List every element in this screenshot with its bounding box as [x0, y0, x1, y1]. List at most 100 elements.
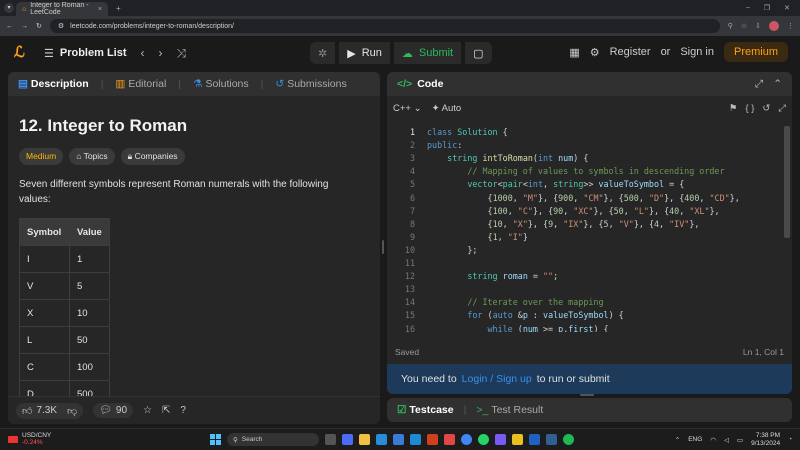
panel-resize-handle[interactable] [382, 240, 384, 254]
tab-submissions[interactable]: ↺ Submissions [275, 78, 346, 90]
prev-problem-icon[interactable]: ‹ [141, 46, 145, 60]
code-line: {1, "I"} [427, 231, 528, 242]
problem-list-link[interactable]: Problem List [60, 47, 127, 59]
task-view-icon[interactable] [325, 434, 336, 445]
settings-gear-icon[interactable]: ⚙ [590, 46, 600, 59]
tab-search-icon[interactable]: ▾ [4, 3, 14, 13]
tab-description[interactable]: ▤ Description [18, 78, 89, 90]
back-icon[interactable]: ← [6, 23, 13, 30]
browser-menu-icon[interactable]: ⋮ [787, 22, 794, 30]
wifi-icon[interactable]: ◠ [710, 436, 716, 444]
store-icon[interactable] [393, 434, 404, 445]
run-button[interactable]: ▶ Run [339, 42, 390, 64]
roman-symbol-table: Symbol Value I1 V5 X 10 L 50 C 100 D 500 [19, 218, 110, 408]
whatsapp-icon[interactable] [478, 434, 489, 445]
login-signup-link[interactable]: Login / Sign up [462, 373, 532, 385]
share-icon[interactable]: ⇱ [162, 405, 170, 416]
comments-button[interactable]: 💬︎ 90 [93, 403, 134, 418]
companies-label: Companies [134, 151, 178, 161]
language-select[interactable]: C++ ⌄ [393, 103, 422, 114]
debug-button[interactable]: ✲ [310, 42, 336, 64]
chrome-icon[interactable] [461, 434, 472, 445]
value-cell: 5 [69, 272, 110, 300]
auto-format-toggle[interactable]: ✦ Auto [432, 103, 462, 114]
windows-start-icon[interactable] [210, 434, 221, 445]
problem-tags: Medium ⌂ Topics 🔒︎ Companies [19, 148, 185, 165]
difficulty-badge: Medium [19, 148, 64, 165]
address-bar[interactable]: ⚙ leetcode.com/problems/integer-to-roman… [49, 19, 720, 33]
notes-button[interactable]: ▢ [465, 42, 492, 64]
tab-separator: | [463, 404, 467, 416]
notification-bell-icon[interactable]: ◔ [788, 436, 792, 443]
line-number: 14 [404, 297, 415, 308]
word-icon[interactable] [529, 434, 540, 445]
notes-app-icon[interactable] [512, 434, 523, 445]
submit-button[interactable]: ☁ Submit [393, 42, 462, 64]
app-icon[interactable] [495, 434, 506, 445]
layout-icon[interactable]: ▦ [569, 46, 579, 59]
like-dislike-group: 👍︎ 7.3K 👎︎ [16, 402, 84, 419]
minimize-icon[interactable]: – [746, 4, 750, 12]
clock[interactable]: 7:38 PM 9/13/2024 [751, 432, 780, 447]
stock-widget[interactable]: USD/CNY -0.24% [8, 432, 51, 446]
site-info-icon[interactable]: ⚙ [58, 22, 64, 30]
new-tab-button[interactable]: + [116, 4, 121, 13]
close-window-icon[interactable]: ✕ [784, 4, 790, 12]
battery-icon[interactable]: ▭ [737, 436, 743, 444]
media-app-icon[interactable] [444, 434, 455, 445]
problem-list-icon[interactable]: ☰ [44, 47, 54, 60]
language-indicator[interactable]: ENG [688, 436, 702, 443]
forward-icon[interactable]: → [21, 23, 28, 30]
maximize-icon[interactable]: ❐ [764, 4, 770, 12]
sign-in-link[interactable]: Sign in [680, 46, 714, 58]
browser-tab[interactable]: ⌂ Integer to Roman - LeetCode × [16, 2, 108, 16]
file-explorer-icon[interactable] [359, 434, 370, 445]
register-link[interactable]: Register [610, 46, 651, 58]
next-problem-icon[interactable]: › [159, 46, 163, 60]
vscode-icon[interactable] [546, 434, 557, 445]
reload-icon[interactable]: ↻ [36, 22, 42, 30]
editor-scrollbar[interactable] [784, 126, 790, 238]
close-tab-icon[interactable]: × [98, 6, 102, 13]
edge-browser-icon[interactable] [376, 434, 387, 445]
premium-button[interactable]: Premium [723, 42, 788, 62]
leetcode-logo-icon[interactable]: ℒ [14, 44, 30, 62]
code-line: public: [427, 140, 463, 151]
ticker-name: USD/CNY [22, 432, 52, 439]
sparkle-icon: ✦ [431, 102, 440, 114]
download-icon[interactable]: ⇩ [755, 22, 761, 30]
testcase-label: Testcase [409, 404, 454, 416]
office-icon[interactable] [427, 434, 438, 445]
tray-overflow-icon[interactable]: ⌃ [675, 436, 680, 444]
tab-testcase[interactable]: ☑ Testcase [397, 404, 454, 416]
vertical-resize-handle[interactable] [580, 394, 594, 396]
chat-app-icon[interactable] [342, 434, 353, 445]
help-icon[interactable]: ? [180, 405, 186, 416]
spotify-icon[interactable] [563, 434, 574, 445]
format-braces-icon[interactable]: { } [745, 103, 754, 114]
code-line: // Iterate over the mapping [467, 297, 604, 308]
bookmark-icon[interactable]: ⚑ [729, 103, 738, 114]
shuffle-icon[interactable]: ⤨ [177, 46, 187, 61]
fullscreen-icon[interactable]: ⤢ [778, 103, 786, 114]
volume-icon[interactable]: ◁ [724, 436, 729, 444]
favorite-star-icon[interactable]: ☆ [143, 405, 152, 416]
collapse-panel-icon[interactable]: ⌃ [773, 78, 782, 91]
topics-tag[interactable]: ⌂ Topics [69, 148, 115, 165]
line-number: 4 [409, 166, 415, 177]
tab-test-result[interactable]: >_ Test Result [476, 404, 543, 416]
problem-title[interactable]: 12. Integer to Roman [19, 116, 187, 136]
tab-solutions[interactable]: ⚗ Solutions [193, 78, 249, 90]
bookmark-star-icon[interactable]: ☆ [741, 22, 747, 30]
reset-code-icon[interactable]: ↺ [762, 103, 770, 114]
thumbs-down-icon[interactable]: 👎︎ [67, 405, 77, 417]
mail-icon[interactable] [410, 434, 421, 445]
code-editor[interactable]: 1 2 3 4 5 6 7 8 9 10 11 12 13 14 15 16 c… [387, 126, 792, 332]
taskbar-search[interactable]: ⚲ Search [227, 433, 319, 446]
maximize-panel-icon[interactable]: ⤢ [755, 78, 763, 91]
companies-tag[interactable]: 🔒︎ Companies [120, 148, 185, 165]
thumbs-up-icon[interactable]: 👍︎ [22, 405, 32, 417]
zoom-icon[interactable]: ⚲ [728, 22, 733, 30]
tab-editorial[interactable]: ▥ Editorial [115, 78, 166, 90]
profile-avatar[interactable] [769, 21, 779, 31]
